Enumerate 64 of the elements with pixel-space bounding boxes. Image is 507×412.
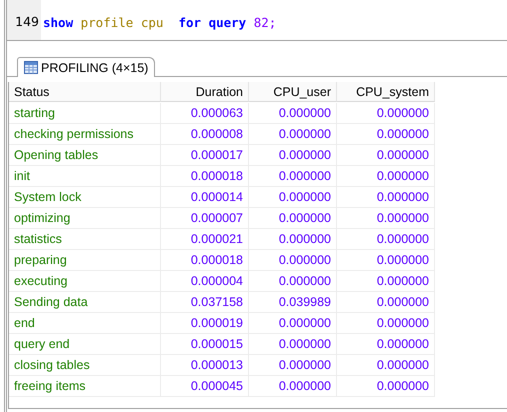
table-cell: 0.000000 — [337, 124, 435, 145]
table-cell: System lock — [9, 187, 161, 208]
table-cell: 0.000015 — [161, 334, 249, 355]
table-cell: init — [9, 166, 161, 187]
table-cell: executing — [9, 271, 161, 292]
table-cell: closing tables — [9, 355, 161, 376]
column-header[interactable]: CPU_system — [337, 82, 435, 102]
table-cell: 0.000000 — [337, 166, 435, 187]
table-cell: 0.039989 — [249, 292, 337, 313]
table-cell: 0.000000 — [337, 208, 435, 229]
table-cell: 0.000045 — [161, 376, 249, 397]
table-cell: 0.000019 — [161, 313, 249, 334]
table-cell: 0.000000 — [249, 187, 337, 208]
table-cell: statistics — [9, 229, 161, 250]
table-cell: 0.000063 — [161, 103, 249, 124]
table-cell: 0.000013 — [161, 355, 249, 376]
table-cell: 0.000000 — [249, 166, 337, 187]
table-cell: checking permissions — [9, 124, 161, 145]
table-cell: 0.037158 — [161, 292, 249, 313]
code-editor[interactable]: 149 show profile cpu for query 82; — [7, 0, 507, 41]
table-cell: 0.000000 — [337, 145, 435, 166]
table-cell: 0.000000 — [337, 376, 435, 397]
table-cell: 0.000000 — [249, 145, 337, 166]
table-cell: 0.000018 — [161, 166, 249, 187]
table-cell: 0.000014 — [161, 187, 249, 208]
table-cell: 0.000007 — [161, 208, 249, 229]
column-header[interactable]: Duration — [161, 82, 249, 102]
table-cell: 0.000000 — [249, 334, 337, 355]
table-cell: 0.000004 — [161, 271, 249, 292]
table-cell: 0.000000 — [249, 124, 337, 145]
table-cell: 0.000017 — [161, 145, 249, 166]
table-cell: Sending data — [9, 292, 161, 313]
table-cell: 0.000000 — [337, 313, 435, 334]
column-header[interactable]: Status — [9, 82, 161, 102]
table-cell: 0.000000 — [249, 229, 337, 250]
code-line: show profile cpu for query 82; — [42, 14, 276, 30]
table-cell: 0.000000 — [337, 229, 435, 250]
table-cell: query end — [9, 334, 161, 355]
table-cell: preparing — [9, 250, 161, 271]
table-cell: 0.000000 — [249, 103, 337, 124]
table-icon — [24, 61, 38, 74]
table-cell: 0.000000 — [249, 313, 337, 334]
table-cell: 0.000021 — [161, 229, 249, 250]
table-cell: 0.000000 — [337, 355, 435, 376]
table-cell: 0.000000 — [337, 271, 435, 292]
table-cell: 0.000000 — [337, 187, 435, 208]
table-cell: optimizing — [9, 208, 161, 229]
result-tab[interactable]: PROFILING (4×15) — [17, 57, 156, 77]
table-cell: end — [9, 313, 161, 334]
table-cell: starting — [9, 103, 161, 124]
table-cell: Opening tables — [9, 145, 161, 166]
table-cell: 0.000000 — [249, 376, 337, 397]
table-cell: freeing items — [9, 376, 161, 397]
table-cell: 0.000000 — [337, 250, 435, 271]
table-cell: 0.000000 — [249, 250, 337, 271]
table-cell: 0.000000 — [249, 208, 337, 229]
table-cell: 0.000018 — [161, 250, 249, 271]
table-cell: 0.000008 — [161, 124, 249, 145]
table-cell: 0.000000 — [337, 292, 435, 313]
table-cell: 0.000000 — [249, 271, 337, 292]
column-header[interactable]: CPU_user — [249, 82, 337, 102]
table-cell: 0.000000 — [249, 355, 337, 376]
table-cell: 0.000000 — [337, 334, 435, 355]
table-cell: 0.000000 — [337, 103, 435, 124]
